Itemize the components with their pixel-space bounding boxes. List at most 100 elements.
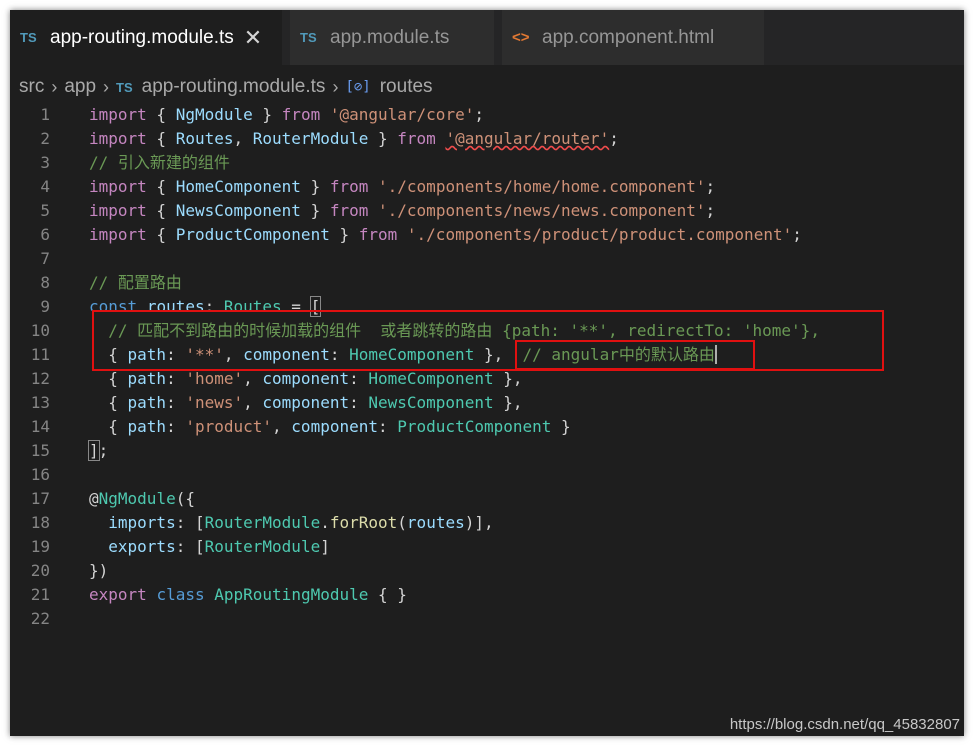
- code-token: :: [349, 393, 369, 412]
- code-line[interactable]: 16: [10, 463, 964, 487]
- code-line[interactable]: 7: [10, 247, 964, 271]
- close-icon[interactable]: ✕: [244, 26, 262, 49]
- chevron-right-icon: ›: [332, 76, 339, 97]
- code-line[interactable]: 6 import { ProductComponent } from './com…: [10, 223, 964, 247]
- code-token: path: [127, 393, 167, 412]
- line-number: 3: [40, 153, 50, 172]
- line-number: 7: [40, 249, 50, 268]
- line-number: 17: [30, 489, 50, 508]
- line-number: 18: [30, 513, 50, 532]
- code-line[interactable]: 14 { path: 'product', component: Product…: [10, 415, 964, 439]
- line-number: 11: [30, 345, 50, 364]
- code-token: NgModule: [98, 489, 176, 508]
- code-token: component: [262, 369, 350, 388]
- code-token: :: [166, 393, 186, 412]
- code-token: forRoot: [329, 513, 398, 532]
- code-token: ({: [175, 489, 195, 508]
- code-line[interactable]: 13 { path: 'news', component: NewsCompon…: [10, 391, 964, 415]
- code-token: ,: [243, 393, 263, 412]
- code-text: // 引入新建的组件: [89, 151, 230, 175]
- code-text: import { HomeComponent } from './compone…: [89, 175, 715, 199]
- code-token: : [: [175, 513, 205, 532]
- code-token: ;: [705, 177, 716, 196]
- code-text: import { ProductComponent } from './comp…: [89, 223, 802, 247]
- breadcrumb-item-src[interactable]: src: [19, 76, 44, 98]
- tab-app-module[interactable]: TS app.module.ts: [290, 10, 494, 65]
- code-token: :: [378, 417, 398, 436]
- code-token: : [: [175, 537, 205, 556]
- code-token: {: [146, 129, 176, 148]
- code-token: NgModule: [175, 105, 253, 124]
- line-number: 14: [30, 417, 50, 436]
- code-token: ]: [320, 537, 330, 556]
- code-line[interactable]: 21 export class AppRoutingModule { }: [10, 583, 964, 607]
- code-line[interactable]: 2 import { Routes, RouterModule } from '@…: [10, 127, 964, 151]
- code-token: ]: [88, 440, 100, 461]
- code-editor[interactable]: 1 import { NgModule } from '@angular/core…: [10, 103, 964, 643]
- code-token: (: [397, 513, 407, 532]
- line-number: 21: [30, 585, 50, 604]
- code-token: }: [551, 417, 571, 436]
- code-text: export class AppRoutingModule { }: [89, 583, 407, 607]
- code-line[interactable]: 1 import { NgModule } from '@angular/core…: [10, 103, 964, 127]
- code-token: RouterModule: [252, 129, 369, 148]
- code-token: path: [127, 369, 167, 388]
- code-token: NewsComponent: [175, 201, 301, 220]
- code-text: @NgModule({: [89, 487, 195, 511]
- code-line[interactable]: 18 imports: [RouterModule.forRoot(routes…: [10, 511, 964, 535]
- code-line[interactable]: 19 exports: [RouterModule]: [10, 535, 964, 559]
- breadcrumb-item-routes[interactable]: routes: [380, 76, 433, 98]
- breadcrumb-item-app[interactable]: app: [64, 76, 96, 98]
- code-token: import: [89, 177, 147, 196]
- code-token: '@angular/router': [445, 129, 610, 148]
- code-token: RouterModule: [204, 513, 321, 532]
- code-token: ;: [705, 201, 716, 220]
- code-text: }): [89, 559, 108, 583]
- annotation-box-routes: [92, 310, 884, 371]
- code-token: }: [329, 225, 359, 244]
- code-text: exports: [RouterModule]: [89, 535, 330, 559]
- code-token: {: [89, 369, 128, 388]
- tab-app-routing-module[interactable]: TS app-routing.module.ts ✕: [10, 10, 282, 65]
- code-line[interactable]: 4 import { HomeComponent } from './compon…: [10, 175, 964, 199]
- code-line[interactable]: 8 // 配置路由: [10, 271, 964, 295]
- typescript-file-icon: TS: [300, 30, 317, 45]
- code-token: }: [252, 105, 282, 124]
- code-line[interactable]: 5 import { NewsComponent } from './compon…: [10, 199, 964, 223]
- code-token: },: [493, 369, 523, 388]
- code-token: {: [146, 177, 176, 196]
- tab-app-component-html[interactable]: <> app.component.html: [502, 10, 764, 65]
- code-token: { }: [368, 585, 407, 604]
- code-line[interactable]: 20}): [10, 559, 964, 583]
- code-line[interactable]: 15];: [10, 439, 964, 463]
- code-line[interactable]: 17 @NgModule({: [10, 487, 964, 511]
- code-token: {: [146, 105, 176, 124]
- code-token: ;: [609, 129, 619, 148]
- code-token: )],: [464, 513, 494, 532]
- code-token: 'product': [185, 417, 273, 436]
- code-text: import { NgModule } from '@angular/core'…: [89, 103, 484, 127]
- code-token: }: [300, 201, 330, 220]
- code-text: // 配置路由: [89, 271, 182, 295]
- code-line[interactable]: 22: [10, 607, 964, 631]
- code-token: 'news': [185, 393, 244, 412]
- line-number: 2: [40, 129, 50, 148]
- code-token: routes: [406, 513, 465, 532]
- code-token: component: [291, 417, 378, 436]
- breadcrumb-item-file[interactable]: app-routing.module.ts: [142, 76, 326, 98]
- code-line[interactable]: 3 // 引入新建的组件: [10, 151, 964, 175]
- typescript-file-icon: TS: [20, 30, 37, 45]
- code-token: import: [89, 105, 147, 124]
- code-token: },: [493, 393, 523, 412]
- code-text: ];: [88, 439, 108, 463]
- line-number: 22: [30, 609, 50, 628]
- code-token: @: [89, 489, 99, 508]
- line-number: 13: [30, 393, 50, 412]
- typescript-file-icon: TS: [116, 79, 133, 95]
- code-text: { path: 'news', component: NewsComponent…: [89, 391, 523, 415]
- code-token: HomeComponent: [368, 369, 494, 388]
